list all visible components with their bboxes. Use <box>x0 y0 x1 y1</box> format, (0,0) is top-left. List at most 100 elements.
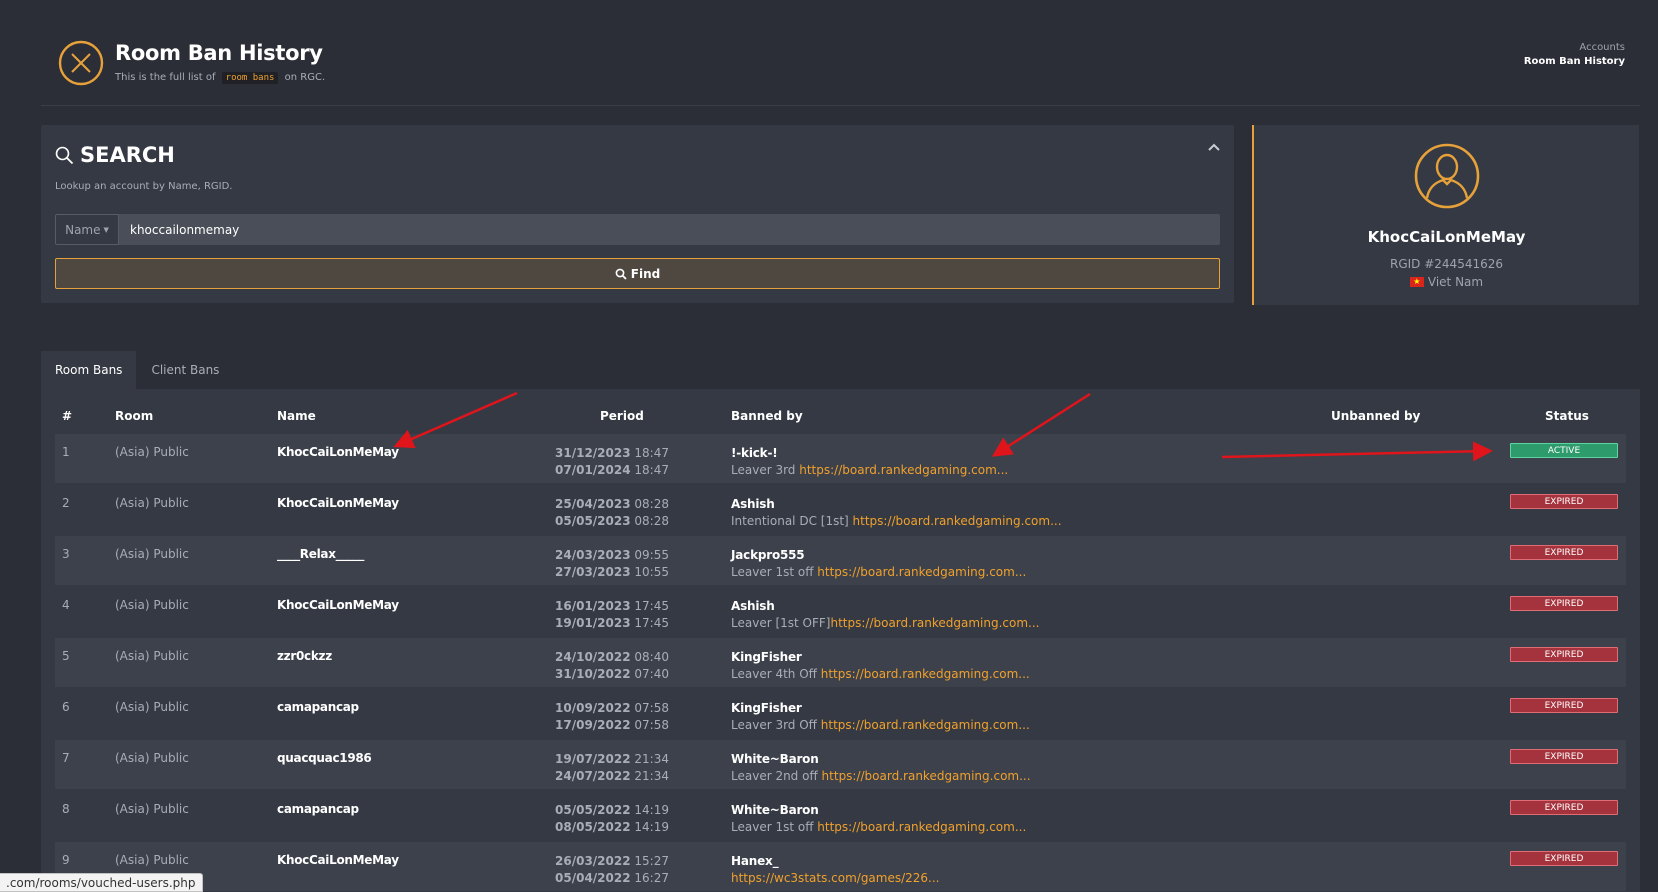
tab-room-bans[interactable]: Room Bans <box>41 351 137 389</box>
row-end-date: 19/01/2023 <box>555 616 631 630</box>
row-evidence-link[interactable]: https://board.rankedgaming.com... <box>817 565 1026 579</box>
row-evidence-link[interactable]: https://board.rankedgaming.com... <box>853 514 1062 528</box>
row-start-time: 09:55 <box>634 548 669 562</box>
row-banner-name[interactable]: KingFisher <box>731 700 1030 717</box>
row-player-name[interactable]: camapancap <box>277 802 359 816</box>
row-player-name[interactable]: KhocCaiLonMeMay <box>277 496 399 510</box>
row-evidence-link[interactable]: https://board.rankedgaming.com... <box>821 667 1030 681</box>
row-player-name[interactable]: quacquac1986 <box>277 751 372 765</box>
row-end-date: 07/01/2024 <box>555 463 631 477</box>
breadcrumb-current: Room Ban History <box>1523 56 1625 67</box>
search-type-select[interactable]: Name ▼ <box>55 214 119 245</box>
user-avatar-icon <box>1414 143 1480 209</box>
row-number: 3 <box>62 547 70 561</box>
subtitle-text-end: on RGC. <box>284 72 326 83</box>
row-player-name[interactable]: KhocCaiLonMeMay <box>277 445 399 459</box>
row-banned-by: Hanex_ https://wc3stats.com/games/226... <box>731 853 940 887</box>
profile-country: ★ Viet Nam <box>1254 275 1639 289</box>
column-number: # <box>62 409 73 423</box>
row-start-date: 16/01/2023 <box>555 599 631 613</box>
row-period: 25/04/2023 08:28 05/05/2023 08:28 <box>527 496 669 530</box>
row-evidence-link[interactable]: https://board.rankedgaming.com... <box>822 769 1031 783</box>
row-ban-reason: Leaver 1st off <box>731 820 818 834</box>
row-number: 5 <box>62 649 70 663</box>
row-start-time: 17:45 <box>634 599 669 613</box>
status-badge: EXPIRED <box>1510 800 1618 815</box>
find-button[interactable]: Find <box>55 258 1220 289</box>
row-end-date: 31/10/2022 <box>555 667 631 681</box>
row-banner-name[interactable]: Jackpro555 <box>731 547 1026 564</box>
row-banner-name[interactable]: Hanex_ <box>731 853 940 870</box>
row-number: 7 <box>62 751 70 765</box>
row-room: (Asia) Public <box>115 547 189 561</box>
search-icon <box>55 146 74 164</box>
column-banned-by: Banned by <box>731 409 803 423</box>
status-badge: EXPIRED <box>1510 749 1618 764</box>
row-start-time: 14:19 <box>634 803 669 817</box>
row-evidence-link[interactable]: https://board.rankedgaming.com... <box>817 820 1026 834</box>
row-player-name[interactable]: KhocCaiLonMeMay <box>277 853 399 867</box>
row-start-time: 18:47 <box>634 446 669 460</box>
row-ban-reason: Intentional DC [1st] <box>731 514 853 528</box>
breadcrumb-accounts[interactable]: Accounts <box>1524 42 1625 53</box>
search-input[interactable] <box>119 214 1220 245</box>
search-description: Lookup an account by Name, RGID. <box>55 181 233 192</box>
row-end-time: 21:34 <box>634 769 669 783</box>
row-start-time: 15:27 <box>634 854 669 868</box>
row-start-date: 24/10/2022 <box>555 650 631 664</box>
row-end-date: 24/07/2022 <box>555 769 631 783</box>
column-status: Status <box>1545 409 1589 423</box>
row-banned-by: KingFisher Leaver 4th Off https://board.r… <box>731 649 1030 683</box>
row-room: (Asia) Public <box>115 598 189 612</box>
search-type-label: Name <box>65 222 101 237</box>
profile-country-name: Viet Nam <box>1427 275 1484 289</box>
row-room: (Asia) Public <box>115 853 189 867</box>
row-player-name[interactable]: KhocCaiLonMeMay <box>277 598 399 612</box>
row-end-date: 08/05/2022 <box>555 820 631 834</box>
profile-panel: KhocCaiLonMeMay RGID #244541626 ★ Viet N… <box>1252 125 1639 305</box>
table-row: 3 (Asia) Public ____Relax_____ 24/03/2023 0… <box>55 536 1626 585</box>
row-start-date: 05/05/2022 <box>555 803 631 817</box>
row-period: 31/12/2023 18:47 07/01/2024 18:47 <box>527 445 669 479</box>
column-period: Period <box>600 409 644 423</box>
row-end-time: 07:40 <box>634 667 669 681</box>
row-period: 26/03/2022 15:27 05/04/2022 16:27 <box>527 853 669 887</box>
profile-name: KhocCaiLonMeMay <box>1367 228 1526 246</box>
row-end-date: 17/09/2022 <box>555 718 631 732</box>
row-evidence-link[interactable]: https://board.rankedgaming.com... <box>830 616 1039 630</box>
status-badge: ACTIVE <box>1510 443 1618 458</box>
browser-status-url: .com/rooms/vouched-users.php <box>0 873 203 892</box>
tab-client-bans[interactable]: Client Bans <box>137 351 233 389</box>
chevron-up-icon[interactable] <box>1206 139 1222 155</box>
row-evidence-link[interactable]: https://board.rankedgaming.com... <box>821 718 1030 732</box>
table-row: 6 (Asia) Public camapancap 10/09/2022 07:58… <box>55 689 1626 738</box>
row-banned-by: !-kick-! Leaver 3rd https://board.rankedg… <box>731 445 1008 479</box>
row-evidence-link[interactable]: https://board.rankedgaming.com... <box>799 463 1008 477</box>
row-start-date: 19/07/2022 <box>555 752 631 766</box>
find-search-icon <box>615 268 627 280</box>
row-end-time: 17:45 <box>634 616 669 630</box>
row-start-time: 08:28 <box>634 497 669 511</box>
row-player-name[interactable]: zzr0ckzz <box>277 649 332 663</box>
row-period: 24/03/2023 09:55 27/03/2023 10:55 <box>527 547 669 581</box>
row-room: (Asia) Public <box>115 445 189 459</box>
row-number: 6 <box>62 700 70 714</box>
subtitle-text: This is the full list of <box>115 72 216 83</box>
row-end-date: 05/05/2023 <box>555 514 631 528</box>
row-player-name[interactable]: ____Relax_____ <box>277 547 364 561</box>
row-banner-name[interactable]: Ashish <box>731 598 1039 615</box>
row-player-name[interactable]: camapancap <box>277 700 359 714</box>
table-row: 8 (Asia) Public camapancap 05/05/2022 14:19… <box>55 791 1626 840</box>
row-banner-name[interactable]: !-kick-! <box>731 445 1008 462</box>
row-period: 10/09/2022 07:58 17/09/2022 07:58 <box>527 700 669 734</box>
row-banner-name[interactable]: White~Baron <box>731 751 1031 768</box>
search-row: Name ▼ <box>55 214 1220 245</box>
row-number: 1 <box>62 445 70 459</box>
row-banner-name[interactable]: Ashish <box>731 496 1062 513</box>
column-room: Room <box>115 409 154 423</box>
row-banner-name[interactable]: KingFisher <box>731 649 1030 666</box>
row-room: (Asia) Public <box>115 496 189 510</box>
table-row: 1 (Asia) Public KhocCaiLonMeMay 31/12/2023 … <box>55 434 1626 483</box>
row-evidence-link[interactable]: https://wc3stats.com/games/226... <box>731 871 940 885</box>
row-banner-name[interactable]: White~Baron <box>731 802 1026 819</box>
